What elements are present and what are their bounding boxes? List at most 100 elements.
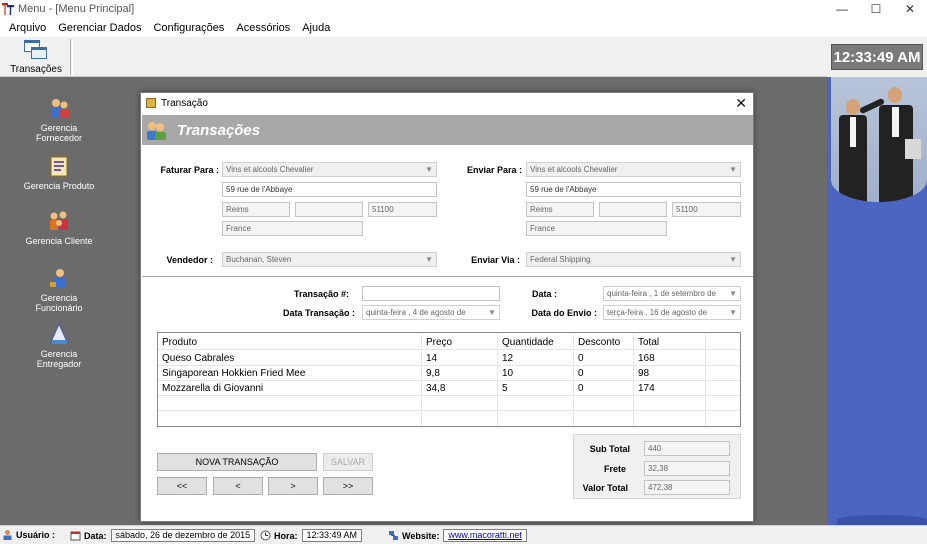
sidebar-item-cliente[interactable]: Gerencia Cliente: [18, 210, 100, 246]
menu-gerenciar-dados[interactable]: Gerenciar Dados: [53, 22, 148, 34]
transacao-num-field[interactable]: [362, 286, 500, 301]
data-envio-picker[interactable]: terça-feira , 16 de agosto de ▼: [603, 305, 741, 320]
user-icon: [2, 529, 13, 540]
enviar-label: Enviar Para :: [466, 165, 522, 175]
people-icon: [145, 119, 167, 141]
hora-value: 12:33:49 AM: [301, 529, 363, 542]
business-people-image: [831, 77, 927, 202]
sidebar-item-entregador[interactable]: Gerencia Entregador: [18, 322, 100, 369]
enviar-city-field[interactable]: Reims: [526, 202, 594, 217]
sidebar-label-cliente: Gerencia Cliente: [25, 236, 93, 246]
frete-field[interactable]: 32,38: [644, 461, 730, 476]
column-header-total[interactable]: Total: [634, 335, 706, 349]
last-record-button[interactable]: >>: [323, 477, 373, 495]
transacao-num-label: Transação #:: [293, 289, 349, 299]
subtotal-field[interactable]: 440: [644, 441, 730, 456]
faturar-city-field[interactable]: Reims: [222, 202, 290, 217]
chevron-down-icon: ▼: [729, 255, 737, 264]
chevron-down-icon: ▼: [425, 165, 433, 174]
faturar-label: Faturar Para :: [160, 165, 219, 175]
shipper-icon: [48, 322, 70, 345]
table-row-empty[interactable]: [158, 396, 740, 411]
chevron-down-icon: ▼: [729, 289, 737, 298]
table-row[interactable]: Queso Cabrales 14 12 0 168: [158, 351, 740, 366]
transacao-dialog: Transação ✕ Transações Faturar Para : Vi…: [140, 92, 754, 522]
next-record-button[interactable]: >: [268, 477, 318, 495]
data-transacao-label: Data Transação :: [282, 308, 355, 318]
sidebar-item-fornecedor[interactable]: Gerencia Fornecedor: [18, 97, 100, 143]
faturar-country-field[interactable]: France: [222, 221, 363, 236]
enviar-address-field[interactable]: 59 rue de l'Abbaye: [526, 182, 741, 197]
enviar-customer-dropdown[interactable]: Vins et alcools Chevalier ▼: [526, 162, 741, 177]
data-status-label: Data:: [84, 530, 107, 541]
clock-display: 12:33:49 AM: [831, 44, 923, 70]
enviar-via-dropdown[interactable]: Federal Shipping ▼: [526, 252, 741, 267]
column-header-quantidade[interactable]: Quantidade: [498, 335, 574, 349]
chevron-down-icon: ▼: [425, 255, 433, 264]
title-bar: Menu - [Menu Principal] — ☐ ✕: [0, 0, 927, 18]
menu-ajuda[interactable]: Ajuda: [297, 22, 337, 34]
menu-acessorios[interactable]: Acessórios: [231, 22, 297, 34]
totals-panel: Sub Total 440 Frete 32,38 Valor Total 47…: [573, 434, 741, 499]
transacoes-label: Transações: [10, 64, 62, 75]
frete-label: Frete: [603, 464, 626, 474]
website-link[interactable]: www.macoratti.net: [443, 529, 527, 542]
column-header-desconto[interactable]: Desconto: [574, 335, 634, 349]
client-icon: [48, 210, 70, 232]
sidebar-label-funcionario: Gerencia Funcionário: [35, 293, 83, 313]
menu-configuracoes[interactable]: Configurações: [148, 22, 231, 34]
vendedor-dropdown[interactable]: Buchanan, Steven ▼: [222, 252, 437, 267]
sidebar-label-fornecedor: Gerencia Fornecedor: [35, 123, 83, 143]
clock-icon: [260, 530, 271, 541]
sidebar-label-produto: Gerencia Produto: [23, 181, 95, 191]
windows-icon: [24, 40, 48, 60]
products-grid[interactable]: Produto Preço Quantidade Desconto Total …: [157, 332, 741, 427]
dialog-close-button[interactable]: ✕: [735, 95, 747, 112]
data-transacao-picker[interactable]: quinta-feira , 4 de agosto de ▼: [362, 305, 500, 320]
column-header-preco[interactable]: Preço: [422, 335, 498, 349]
calendar-icon: [70, 530, 81, 541]
enviar-via-label: Enviar Via :: [471, 255, 520, 265]
faturar-postal-field[interactable]: 51100: [368, 202, 437, 217]
window-title: Menu - [Menu Principal]: [18, 3, 135, 15]
sidebar-item-produto[interactable]: Gerencia Produto: [18, 155, 100, 191]
first-record-button[interactable]: <<: [157, 477, 207, 495]
enviar-region-field[interactable]: [599, 202, 667, 217]
network-icon: [388, 530, 399, 541]
valor-total-label: Valor Total: [582, 483, 628, 493]
data-date-picker[interactable]: quinta-feira , 1 de setembro de ▼: [603, 286, 741, 301]
product-icon: [48, 155, 70, 177]
table-row[interactable]: Mozzarella di Giovanni 34,8 5 0 174: [158, 381, 740, 396]
dialog-icon: [146, 98, 156, 108]
close-window-button[interactable]: ✕: [893, 0, 927, 18]
data-label: Data :: [531, 289, 557, 299]
sidebar-item-funcionario[interactable]: Gerencia Funcionário: [18, 267, 100, 313]
app-logo-icon: [2, 3, 14, 15]
dialog-title: Transação: [161, 97, 208, 109]
toolbar: Transações: [0, 37, 827, 77]
sidebar-label-entregador: Gerencia Entregador: [36, 349, 82, 369]
enviar-postal-field[interactable]: 51100: [672, 202, 741, 217]
menu-arquivo[interactable]: Arquivo: [4, 22, 53, 34]
enviar-country-field[interactable]: France: [526, 221, 667, 236]
data-status-value: sábado, 26 de dezembro de 2015: [110, 529, 256, 542]
previous-record-button[interactable]: <: [213, 477, 263, 495]
column-header-produto[interactable]: Produto: [158, 335, 422, 349]
chevron-down-icon: ▼: [729, 165, 737, 174]
faturar-customer-dropdown[interactable]: Vins et alcools Chevalier ▼: [222, 162, 437, 177]
table-row[interactable]: Singaporean Hokkien Fried Mee 9,8 10 0 9…: [158, 366, 740, 381]
data-envio-label: Data do Envio :: [531, 308, 597, 318]
valor-total-field[interactable]: 472,38: [644, 480, 730, 495]
supplier-icon: [48, 97, 70, 119]
status-bar: Usuário : Data: sábado, 26 de dezembro d…: [0, 525, 927, 544]
salvar-button[interactable]: SALVAR: [323, 453, 373, 471]
table-row-empty[interactable]: [158, 411, 740, 426]
nova-transacao-button[interactable]: NOVA TRANSAÇÃO: [157, 453, 317, 471]
transacoes-toolbar-button[interactable]: Transações: [8, 39, 64, 75]
faturar-address-field[interactable]: 59 rue de l'Abbaye: [222, 182, 437, 197]
chevron-down-icon: ▼: [729, 308, 737, 317]
maximize-button[interactable]: ☐: [859, 0, 893, 18]
faturar-region-field[interactable]: [295, 202, 363, 217]
minimize-button[interactable]: —: [825, 0, 859, 18]
section-divider: [142, 276, 753, 277]
